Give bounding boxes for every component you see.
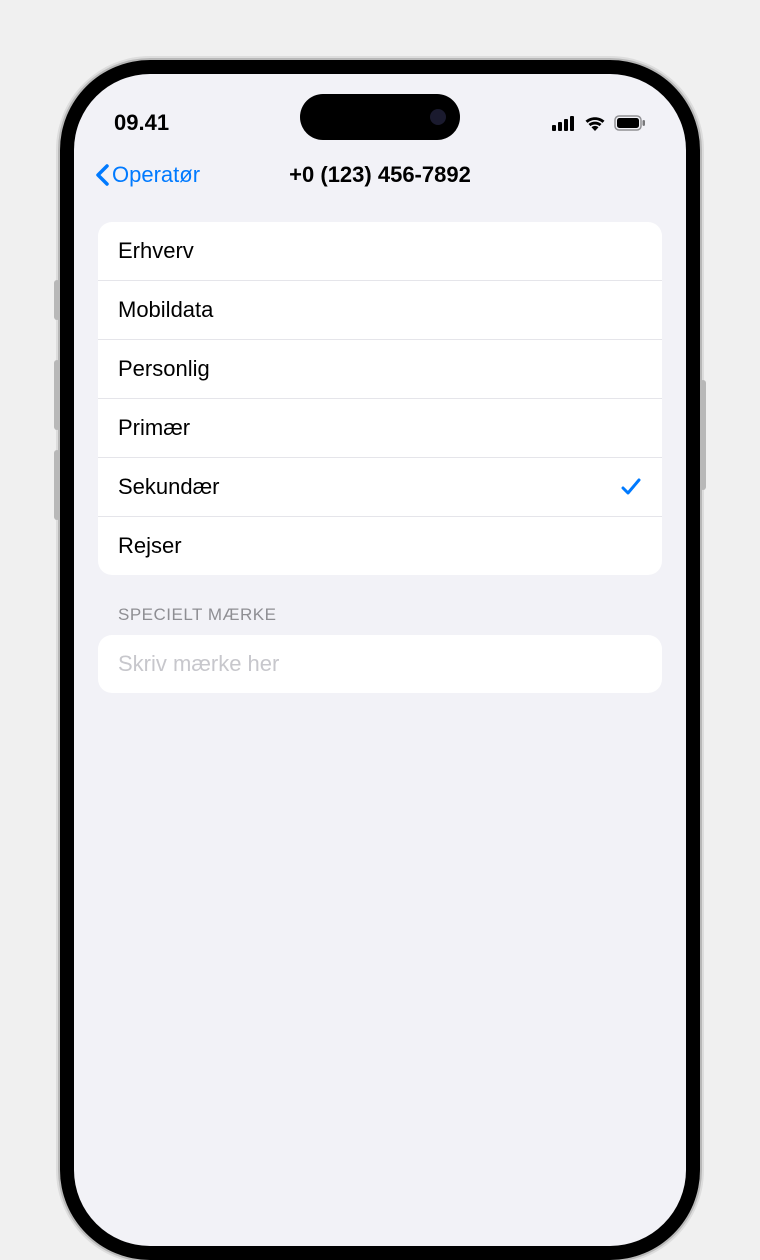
label-text: Personlig — [118, 356, 210, 382]
label-text: Rejser — [118, 533, 182, 559]
status-icons — [552, 115, 646, 131]
wifi-icon — [584, 115, 606, 131]
phone-volume-down — [54, 450, 60, 520]
dynamic-island — [300, 94, 460, 140]
phone-frame: 09.41 — [60, 60, 700, 1260]
label-list: Erhverv Mobildata Personlig Primær Sekun… — [98, 222, 662, 575]
label-option-personlig[interactable]: Personlig — [98, 340, 662, 399]
battery-icon — [614, 115, 646, 131]
custom-label-header: Specielt mærke — [98, 575, 662, 635]
back-label: Operatør — [112, 162, 200, 188]
status-time: 09.41 — [114, 110, 169, 136]
custom-label-input[interactable] — [118, 651, 642, 677]
label-text: Erhverv — [118, 238, 194, 264]
phone-power-button — [700, 380, 706, 490]
nav-bar: Operatør +0 (123) 456-7892 — [74, 144, 686, 202]
phone-side-button — [54, 280, 60, 320]
label-text: Primær — [118, 415, 190, 441]
label-text: Sekundær — [118, 474, 220, 500]
label-option-primaer[interactable]: Primær — [98, 399, 662, 458]
content: Erhverv Mobildata Personlig Primær Sekun… — [74, 202, 686, 713]
label-option-sekundaer[interactable]: Sekundær — [98, 458, 662, 517]
cellular-signal-icon — [552, 115, 576, 131]
checkmark-icon — [620, 476, 642, 498]
label-option-mobildata[interactable]: Mobildata — [98, 281, 662, 340]
custom-label-group — [98, 635, 662, 693]
label-option-erhverv[interactable]: Erhverv — [98, 222, 662, 281]
back-button[interactable]: Operatør — [94, 162, 200, 188]
chevron-left-icon — [94, 163, 110, 187]
nav-title: +0 (123) 456-7892 — [289, 162, 471, 188]
label-option-rejser[interactable]: Rejser — [98, 517, 662, 575]
screen: 09.41 — [74, 74, 686, 1246]
phone-volume-up — [54, 360, 60, 430]
label-text: Mobildata — [118, 297, 213, 323]
